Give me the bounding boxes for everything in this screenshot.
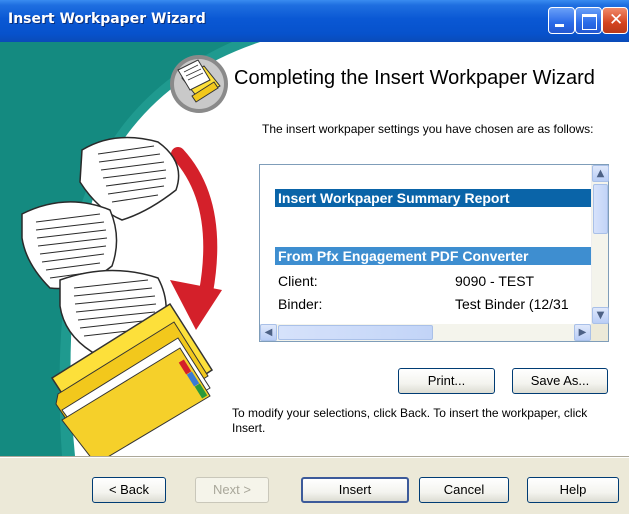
arrow-up-icon[interactable]: ▲: [592, 165, 609, 182]
report-row-binder: Binder: Test Binder (12/31: [278, 296, 591, 316]
row-value: 9090 - TEST: [455, 273, 535, 289]
save-as-button[interactable]: Save As...: [512, 368, 608, 394]
row-label: Client:: [278, 273, 318, 289]
intro-text: The insert workpaper settings you have c…: [262, 122, 594, 136]
arrow-left-icon[interactable]: ◀: [260, 324, 277, 341]
cancel-button[interactable]: Cancel: [419, 477, 509, 503]
maximize-button[interactable]: [575, 7, 602, 34]
report-row-client: Client: 9090 - TEST: [278, 273, 591, 293]
wizard-content: Completing the Insert Workpaper Wizard T…: [0, 42, 629, 456]
vertical-scroll-thumb[interactable]: [593, 184, 608, 234]
row-label: Binder:: [278, 296, 323, 312]
wizard-footer: < Back Next > Insert Cancel Help: [0, 456, 629, 514]
red-arrow: [171, 147, 218, 299]
scroll-corner: [591, 324, 608, 341]
vertical-scrollbar[interactable]: ▲ ▼: [591, 165, 609, 324]
page-heading: Completing the Insert Workpaper Wizard: [234, 67, 595, 89]
back-button[interactable]: < Back: [92, 477, 166, 503]
close-button[interactable]: ✕: [602, 7, 628, 34]
modify-instructions: To modify your selections, click Back. T…: [232, 406, 588, 435]
print-button[interactable]: Print...: [398, 368, 495, 394]
title-bar[interactable]: Insert Workpaper Wizard ✕: [0, 0, 629, 42]
window-title: Insert Workpaper Wizard: [8, 11, 206, 27]
wizard-window: Insert Workpaper Wizard ✕ Completing the…: [0, 0, 629, 514]
summary-report-box[interactable]: Insert Workpaper Summary Report From Pfx…: [259, 164, 609, 342]
minimize-button[interactable]: [548, 7, 575, 34]
horizontal-scroll-thumb[interactable]: [278, 325, 433, 340]
next-button[interactable]: Next >: [195, 477, 269, 503]
arrow-down-icon[interactable]: ▼: [592, 307, 609, 324]
arrow-right-icon[interactable]: ▶: [574, 324, 591, 341]
documents-folder-icon: [170, 55, 228, 113]
help-button[interactable]: Help: [527, 477, 619, 503]
horizontal-scrollbar[interactable]: ◀ ▶: [260, 324, 591, 341]
wizard-illustration: [0, 42, 260, 456]
close-icon: ✕: [609, 10, 624, 30]
insert-button[interactable]: Insert: [301, 477, 409, 503]
report-title: Insert Workpaper Summary Report: [275, 189, 591, 207]
report-section-header: From Pfx Engagement PDF Converter: [275, 247, 591, 265]
summary-report-content: Insert Workpaper Summary Report From Pfx…: [260, 165, 591, 324]
row-value: Test Binder (12/31: [455, 296, 569, 312]
